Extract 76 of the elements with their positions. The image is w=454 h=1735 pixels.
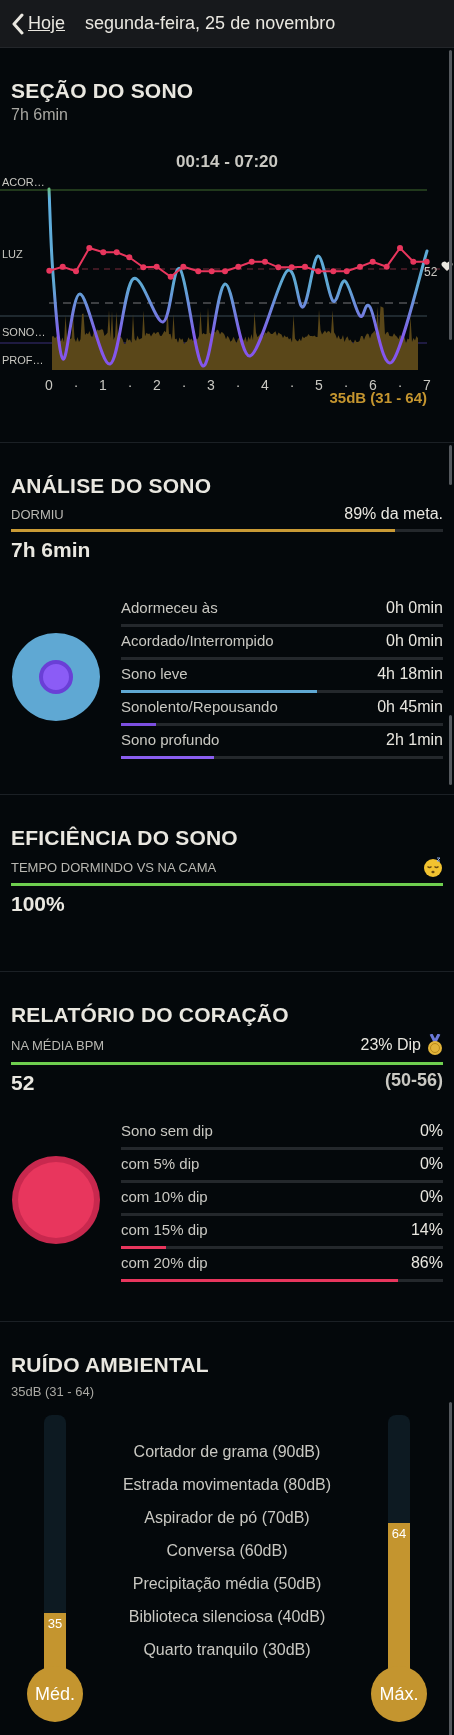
section-title: SEÇÃO DO SONO [11, 78, 195, 104]
stat-label: Adormeceu às [121, 599, 218, 617]
noise-reference: Estrada movimentada (80dB) [122, 1475, 332, 1495]
noise-reference: Biblioteca silenciosa (40dB) [128, 1607, 326, 1627]
hour-tick-label: 1 [99, 377, 107, 392]
stat-value: 14% [410, 1221, 443, 1239]
hour-tick-label: · [289, 377, 295, 392]
stat-value: 0% [419, 1188, 443, 1206]
sleep-duration: 7h 6min [11, 106, 69, 124]
noise-reference: Quarto tranquilo (30dB) [143, 1640, 311, 1660]
medal-icon [427, 1034, 443, 1056]
stat-label: com 15% dip [121, 1221, 208, 1239]
section-title: RUÍDO AMBIENTAL [11, 1352, 210, 1378]
noise-reference: Precipitação média (50dB) [132, 1574, 322, 1594]
back-link[interactable]: Hoje [12, 12, 66, 35]
hour-tick-label: · [343, 377, 349, 392]
section-title: EFICIÊNCIA DO SONO [11, 825, 239, 851]
stat-value: 0h 0min [386, 632, 443, 650]
hour-tick-label: 4 [261, 377, 269, 392]
noise-summary: 35dB (31 - 64) [328, 389, 427, 406]
noise-reference: Cortador de grama (90dB) [133, 1442, 321, 1462]
hour-tick-label: · [181, 377, 187, 392]
bpm-range: (50-56) [384, 1069, 443, 1091]
stage-label: PROF… [2, 354, 44, 366]
hour-tick-label: 0 [45, 377, 53, 392]
average-bpm: 52 [11, 1071, 35, 1095]
stat-label: Sonolento/Repousando [121, 698, 278, 716]
hour-tick-label: 2 [153, 377, 161, 392]
meter-label: Máx. [371, 1666, 427, 1722]
total-sleep: 7h 6min [11, 538, 92, 562]
stat-value: 0h 0min [386, 599, 443, 617]
efficiency-value: 100% [11, 892, 66, 916]
stat-label: com 5% dip [121, 1155, 200, 1173]
sleeping-face-icon [423, 857, 443, 877]
time-range: 00:14 - 07:20 [174, 152, 280, 172]
hour-tick-label: 6 [369, 377, 377, 392]
metric-label: TEMPO DORMINDO VS NA CAMA [11, 859, 217, 875]
meter-reading: 35 [47, 1614, 63, 1633]
section-title: RELATÓRIO DO CORAÇÃO [11, 1002, 290, 1028]
stat-label: Acordado/Interrompido [121, 632, 274, 650]
stat-label: com 20% dip [121, 1254, 208, 1272]
stage-label: LUZ [2, 248, 23, 260]
metric-label: DORMIU [11, 506, 64, 522]
meter-label: Méd. [27, 1666, 83, 1722]
hour-tick-label: · [235, 377, 241, 392]
stat-label: Sono sem dip [121, 1122, 213, 1140]
scrollbar [449, 445, 452, 485]
goal-text: 89% da meta. [344, 505, 443, 523]
hour-tick-label: 7 [423, 377, 431, 392]
stat-value: 0% [419, 1155, 443, 1173]
stat-value: 0% [419, 1122, 443, 1140]
stat-value: 4h 18min [377, 665, 443, 683]
hour-tick-label: · [73, 377, 79, 392]
meter-reading: 64 [391, 1524, 407, 1543]
hour-tick-label: 5 [315, 377, 323, 392]
stage-label: ACOR… [2, 176, 45, 188]
stat-label: Sono profundo [121, 731, 220, 749]
metric-label: NA MÉDIA BPM [11, 1037, 105, 1053]
stat-value: 0h 45min [377, 698, 443, 716]
hour-tick-label: 3 [207, 377, 215, 392]
page-title: segunda-feira, 25 de novembro [85, 13, 336, 34]
stat-label: Sono leve [121, 665, 188, 683]
noise-summary: 35dB (31 - 64) [11, 1384, 96, 1399]
noise-reference: Aspirador de pó (70dB) [144, 1508, 310, 1528]
stat-value: 86% [410, 1254, 443, 1272]
hour-tick-label: · [397, 377, 403, 392]
heart-rate-label: 52 [424, 265, 438, 279]
section-title: ANÁLISE DO SONO [11, 473, 213, 499]
noise-reference: Conversa (60dB) [166, 1541, 288, 1561]
hour-tick-label: · [127, 377, 133, 392]
back-chevron-icon [12, 12, 24, 35]
dip-value: 23% Dip [360, 1036, 421, 1054]
stat-value: 2h 1min [386, 731, 443, 749]
stat-label: com 10% dip [121, 1188, 208, 1206]
scrollbar [449, 715, 452, 785]
stage-label: SONO… [2, 326, 46, 338]
